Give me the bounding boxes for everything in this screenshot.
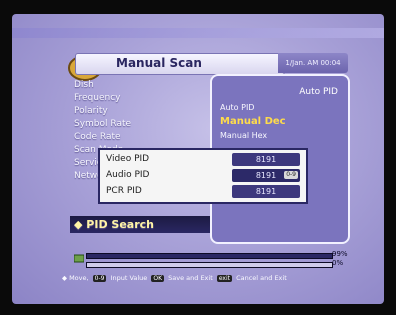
pid-row-pcr: PCR PID 8191 <box>100 184 306 200</box>
ok-key-tag: OK <box>151 275 165 282</box>
menu-item-symbol-rate[interactable]: Symbol Rate <box>70 119 216 132</box>
signal-percent: 99% <box>332 250 348 258</box>
exit-key-tag: exit <box>216 275 232 282</box>
header-bar: Manual Scan <box>75 53 285 75</box>
signal-level-bar <box>86 253 333 259</box>
date-time: 1/Jan. AM 00:04 <box>278 53 348 73</box>
video-pid-value: 8191 <box>255 155 277 164</box>
page-title: Manual Scan <box>116 56 202 70</box>
input-label: Input Value <box>110 274 148 282</box>
pid-row-audio: Audio PID 8191 0-9 <box>100 168 306 184</box>
pid-label-audio: Audio PID <box>106 170 150 180</box>
audio-pid-value: 8191 <box>255 171 277 180</box>
audio-pid-field[interactable]: 8191 0-9 <box>232 169 300 182</box>
top-stripe <box>12 28 384 38</box>
option-auto-pid[interactable]: Auto PID <box>220 103 254 112</box>
option-manual-dec[interactable]: Manual Dec <box>220 116 286 127</box>
tv-frame: Manual Scan 1/Jan. AM 00:04 Dish Frequen… <box>0 0 396 315</box>
pcr-pid-field[interactable]: 8191 <box>232 185 300 198</box>
pid-row-video: Video PID 8191 <box>100 152 306 168</box>
pid-input-dialog: Video PID 8191 Audio PID 8191 0-9 PCR PI… <box>98 148 308 204</box>
menu-item-polarity[interactable]: Polarity <box>70 106 216 119</box>
help-bar: ◆ Move, 0-9 Input Value OK Save and Exit… <box>62 274 287 282</box>
move-arrow-icon: ◆ <box>62 274 67 282</box>
menu-item-dish[interactable]: Dish <box>70 80 216 93</box>
menu-item-label: PID Search <box>86 218 154 231</box>
signal-progress: 99% 0% <box>74 250 354 271</box>
selected-arrow-icon: ◆ <box>74 218 87 231</box>
move-label: Move, <box>69 274 89 282</box>
quality-percent: 0% <box>332 259 344 267</box>
menu-item-code-rate[interactable]: Code Rate <box>70 132 216 145</box>
pid-label-pcr: PCR PID <box>106 186 142 196</box>
exit-label: Cancel and Exit <box>236 274 287 282</box>
pid-mode-title: Auto PID <box>299 87 338 97</box>
quality-level-bar <box>86 262 333 268</box>
pid-label-video: Video PID <box>106 154 150 164</box>
ok-label: Save and Exit <box>168 274 213 282</box>
numeric-input-badge: 0-9 <box>284 171 298 179</box>
pcr-pid-value: 8191 <box>255 187 277 196</box>
option-manual-hex[interactable]: Manual Hex <box>220 131 267 140</box>
video-pid-field[interactable]: 8191 <box>232 153 300 166</box>
menu-item-frequency[interactable]: Frequency <box>70 93 216 106</box>
input-key-tag: 0-9 <box>92 275 107 282</box>
signal-icon <box>74 254 84 263</box>
menu-item-pid-search[interactable]: ◆ PID Search <box>70 216 222 233</box>
